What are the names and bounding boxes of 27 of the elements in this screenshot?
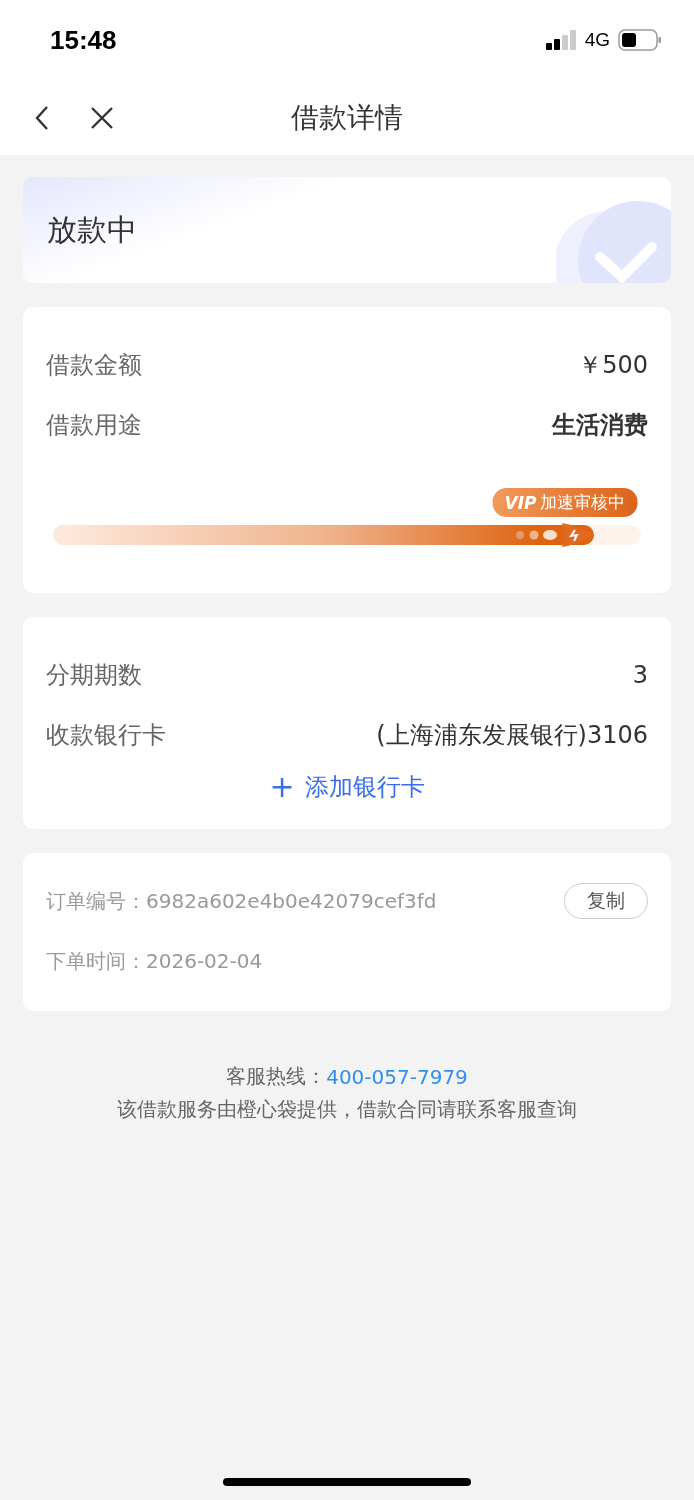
loan-status: 放款中 xyxy=(47,210,137,249)
network-label: 4G xyxy=(584,29,610,51)
badge-text: 加速审核中 xyxy=(540,491,626,514)
row-value: (上海浦东发展银行)3106 xyxy=(376,720,648,751)
field-value: 2026-02-04 xyxy=(146,949,263,973)
back-icon xyxy=(34,104,50,131)
copy-button[interactable]: 复制 xyxy=(564,883,648,919)
vip-label: VIP xyxy=(504,492,537,513)
status-time: 15:48 xyxy=(50,24,117,56)
field-label: 订单编号： xyxy=(46,887,146,915)
row-label: 分期期数 xyxy=(46,660,142,691)
close-icon xyxy=(90,105,114,130)
field-label: 下单时间： xyxy=(46,947,146,975)
row-label: 收款银行卡 xyxy=(46,720,166,751)
row-label: 借款金额 xyxy=(46,350,142,381)
hotline-link[interactable]: 400-057-7979 xyxy=(326,1064,468,1089)
page-title: 借款详情 xyxy=(291,99,403,136)
hotline-label: 客服热线： xyxy=(226,1063,327,1090)
service-note: 该借款服务由橙心袋提供，借款合同请联系客服查询 xyxy=(117,1096,577,1123)
add-bank-card-button[interactable]: + 添加银行卡 xyxy=(265,767,429,807)
row-value: 3 xyxy=(632,661,648,689)
field-value: 6982a602e4b0e42079cef3fd xyxy=(146,889,437,913)
battery-icon xyxy=(618,29,662,51)
row-value: ￥500 xyxy=(578,350,648,381)
signal-icon xyxy=(545,30,577,50)
row-label: 借款用途 xyxy=(46,410,142,441)
row-value: 生活消费 xyxy=(552,410,648,441)
